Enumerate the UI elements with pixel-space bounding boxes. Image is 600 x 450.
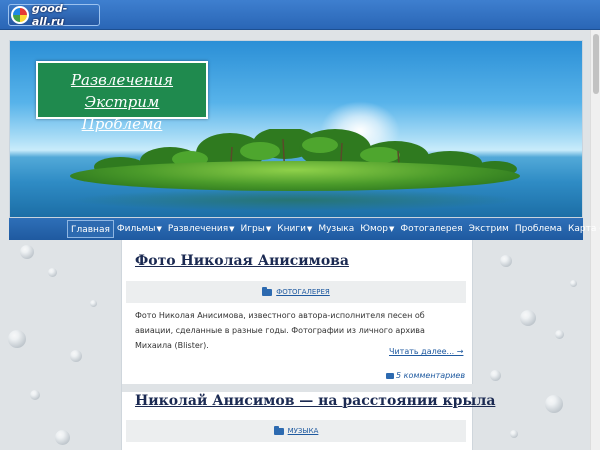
globe-icon (11, 6, 29, 24)
nav-item[interactable]: Юмор▼ (357, 220, 397, 238)
comment-icon (386, 372, 394, 379)
nav-item-label: Карта сайта (567, 224, 600, 234)
nav-item[interactable]: Игры▼ (238, 220, 275, 238)
island-reflection (70, 189, 520, 211)
post-category-1[interactable]: ФОТОГАЛЕРЕЯ (276, 288, 330, 296)
site-title-box[interactable]: Развлечения Экстрим Проблема (36, 61, 208, 133)
site-title-line2[interactable]: Проблема (38, 113, 206, 135)
nav-item-label: Главная (71, 225, 110, 235)
nav-item[interactable]: Карта сайта (565, 220, 600, 238)
comments-count[interactable]: 5 комментариев (396, 371, 465, 380)
nav-item[interactable]: Проблема (512, 220, 565, 238)
nav-item-label: Проблема (514, 224, 562, 234)
folder-icon (262, 286, 273, 296)
nav-item[interactable]: Музыка (315, 220, 357, 238)
island (70, 161, 520, 191)
header-banner: Развлечения Экстрим Проблема (9, 40, 583, 218)
post-meta-1: ФОТОГАЛЕРЕЯ (126, 281, 466, 303)
nav-item[interactable]: Фотогалерея (397, 220, 465, 238)
chevron-down-icon: ▼ (229, 225, 235, 233)
nav-item-label: Книги (277, 224, 306, 234)
nav-item[interactable]: Развлечения▼ (165, 220, 238, 238)
nav-item-label: Музыка (318, 224, 355, 234)
chevron-down-icon: ▼ (265, 225, 272, 233)
nav-item[interactable]: Главная (67, 220, 114, 238)
read-more-link[interactable]: Читать далее... → (389, 347, 586, 356)
nav-item-label: Экстрим (468, 224, 509, 234)
post-divider (122, 384, 474, 392)
folder-icon (273, 425, 284, 435)
top-bar: good-all.ru (0, 0, 600, 30)
nav-item[interactable]: Экстрим (466, 220, 512, 238)
comments-link[interactable]: 5 комментариев (386, 371, 586, 380)
nav-item-label: Развлечения (167, 224, 229, 234)
post-meta-2: МУЗЫКА (126, 420, 466, 442)
site-logo[interactable]: good-all.ru (8, 2, 100, 28)
nav-item-label: Игры (240, 224, 265, 234)
nav-item[interactable]: Фильмы▼ (114, 220, 165, 238)
scrollbar-thumb[interactable] (593, 34, 599, 94)
chevron-down-icon: ▼ (156, 225, 162, 233)
scrollbar[interactable] (590, 30, 600, 450)
nav-item-label: Фотогалерея (400, 224, 463, 234)
nav-item[interactable]: Книги▼ (274, 220, 315, 238)
nav-item-label: Фильмы (116, 224, 156, 234)
post-category-2[interactable]: МУЗЫКА (288, 427, 319, 435)
nav-item-label: Юмор (360, 224, 388, 234)
post-title-1[interactable]: Фото Николая Анисимова (135, 253, 349, 269)
chevron-down-icon: ▼ (306, 225, 313, 233)
main-nav: Главная Фильмы▼ Развлечения▼ Игры▼ Книги▼ Муз… (9, 218, 600, 240)
chevron-down-icon: ▼ (388, 225, 395, 233)
post-title-2[interactable]: Николай Анисимов — на расстоянии крыла (135, 393, 495, 409)
site-title-line1[interactable]: Развлечения Экстрим (38, 69, 206, 113)
logo-text: good-all.ru (31, 2, 68, 28)
